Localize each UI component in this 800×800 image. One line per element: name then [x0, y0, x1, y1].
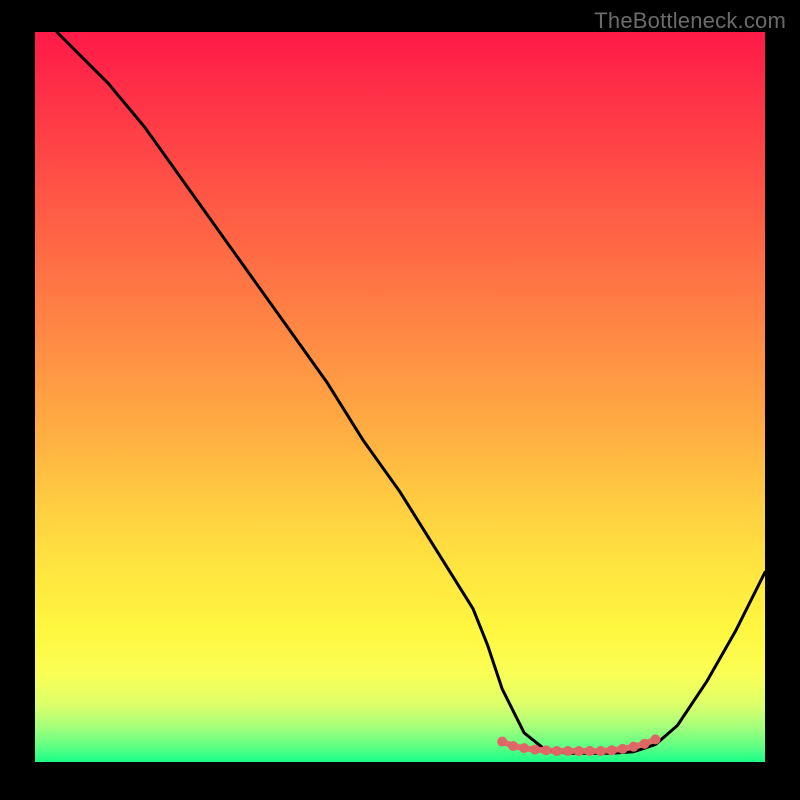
bottleneck-curve	[57, 32, 765, 753]
curve-svg	[35, 32, 765, 762]
plot-area	[35, 32, 765, 762]
optimal-zone-markers	[497, 734, 660, 756]
watermark-text: TheBottleneck.com	[594, 8, 786, 34]
chart-frame: TheBottleneck.com	[0, 0, 800, 800]
